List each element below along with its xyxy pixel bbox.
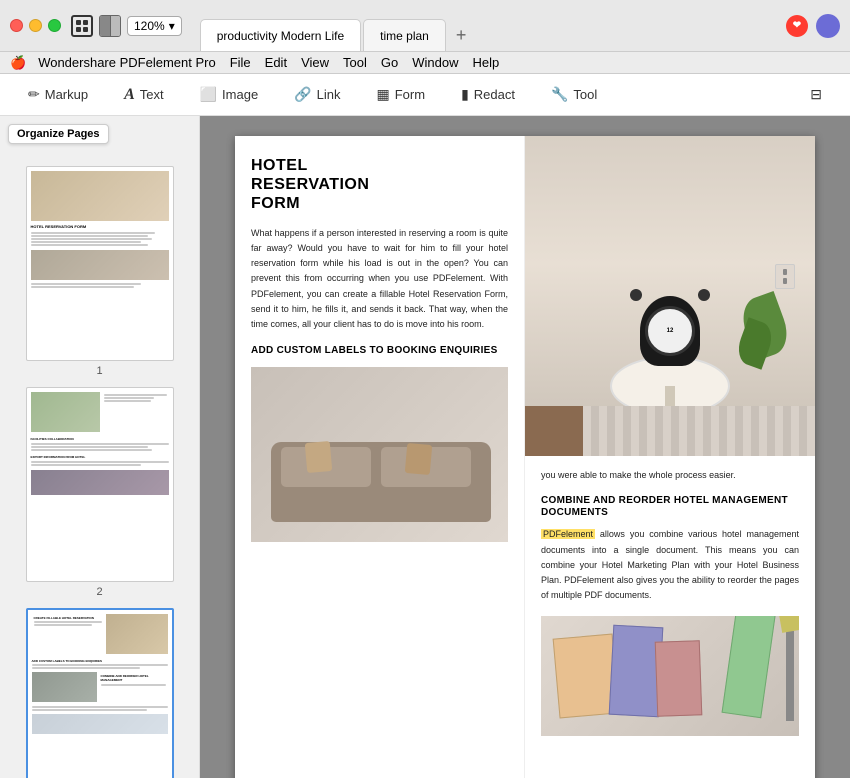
thumb-num-2: 2	[96, 586, 102, 598]
menu-view[interactable]: View	[301, 55, 329, 70]
pdf-body-text-1: What happens if a person interested in r…	[251, 226, 508, 333]
thumbnail-sidebar: Organize Pages HOTEL RESERVATION FORM	[0, 116, 200, 778]
form-icon: ▦	[376, 86, 389, 103]
menu-go[interactable]: Go	[381, 55, 398, 70]
notification-badge[interactable]: ❤	[786, 15, 808, 37]
menubar: 🍎 Wondershare PDFelement Pro File Edit V…	[0, 52, 850, 74]
menu-help[interactable]: Help	[472, 55, 499, 70]
hotel-room-image: 12	[525, 136, 815, 456]
pdf-subheading-1: ADD CUSTOM LABELS TO BOOKING ENQUIRIES	[251, 345, 508, 357]
thumbnail-img-3: CREATE FILLABLE HOTEL RESERVATION ADD CU…	[26, 608, 174, 778]
markup-button[interactable]: ✏ Markup	[20, 82, 96, 107]
sofa-image	[251, 367, 508, 542]
clock-face: 12	[645, 306, 695, 356]
panel-toggle-button[interactable]: ⊟	[802, 82, 830, 107]
link-icon: 🔗	[294, 86, 311, 103]
tool-button[interactable]: 🔧 Tool	[543, 82, 605, 107]
organize-pages-badge: Organize Pages	[8, 124, 109, 144]
tab-timeplan[interactable]: time plan	[363, 19, 446, 51]
traffic-lights	[10, 19, 61, 32]
pdf-content-area[interactable]: HOTELRESERVATIONFORM What happens if a p…	[200, 116, 850, 778]
pdf-page: HOTELRESERVATIONFORM What happens if a p…	[235, 136, 815, 778]
toolbar-icons: 120% ▾	[71, 15, 182, 37]
image-button[interactable]: ⬜ Image	[192, 82, 267, 107]
add-tab-button[interactable]: +	[448, 19, 475, 51]
thumbnail-page-2[interactable]: FACILITIES COLLABORATION EXPORT INFORMAT…	[10, 387, 189, 598]
markup-icon: ✏	[28, 86, 40, 103]
thumbnail-img-1: HOTEL RESERVATION FORM	[26, 166, 174, 361]
form-button[interactable]: ▦ Form	[368, 82, 433, 107]
menu-window[interactable]: Window	[412, 55, 458, 70]
tab-productivity[interactable]: productivity Modern Life	[200, 19, 361, 51]
alarm-clock: 12	[640, 296, 700, 366]
pdf-right-column: 12	[525, 136, 815, 778]
menu-app-name: Wondershare PDFelement Pro	[38, 55, 216, 70]
thumb-num-1: 1	[96, 365, 102, 377]
thumbnail-img-2: FACILITIES COLLABORATION EXPORT INFORMAT…	[26, 387, 174, 582]
grid-view-icon[interactable]	[71, 15, 93, 37]
image-icon: ⬜	[200, 86, 217, 103]
pdf-subheading-2: COMBINE AND REORDER HOTEL MANAGEMENT DOC…	[541, 495, 799, 519]
pdf-body-text-3: PDFelement allows you combine various ho…	[541, 527, 799, 603]
main-area: Organize Pages HOTEL RESERVATION FORM	[0, 116, 850, 778]
link-button[interactable]: 🔗 Link	[286, 82, 348, 107]
titlebar-right: ❤	[786, 14, 840, 38]
text-icon: A	[124, 86, 135, 104]
thumbnail-page-1[interactable]: HOTEL RESERVATION FORM 1	[10, 166, 189, 377]
tabs-area: productivity Modern Life time plan +	[200, 0, 786, 51]
zoom-selector[interactable]: 120% ▾	[127, 16, 182, 36]
pdf-highlighted-word: PDFelement	[541, 529, 595, 539]
minimize-button[interactable]	[29, 19, 42, 32]
pdf-right-bottom: you were able to make the whole process …	[525, 456, 815, 748]
zoom-value: 120%	[134, 19, 165, 33]
maximize-button[interactable]	[48, 19, 61, 32]
split-view-icon[interactable]	[99, 15, 121, 37]
avatar[interactable]	[816, 14, 840, 38]
pdf-main-heading: HOTELRESERVATIONFORM	[251, 156, 508, 214]
pdf-body-text-2: you were able to make the whole process …	[541, 468, 799, 483]
redact-icon: ▮	[461, 86, 469, 103]
thumbnail-list: HOTEL RESERVATION FORM 1	[0, 116, 199, 778]
menu-file[interactable]: File	[230, 55, 251, 70]
tool-icon: 🔧	[551, 86, 568, 103]
pdf-left-column: HOTELRESERVATIONFORM What happens if a p…	[235, 136, 525, 778]
zoom-chevron-icon: ▾	[169, 19, 175, 33]
panel-icon: ⊟	[810, 86, 822, 103]
redact-button[interactable]: ▮ Redact	[453, 82, 523, 107]
apple-menu[interactable]: 🍎	[10, 55, 26, 71]
close-button[interactable]	[10, 19, 23, 32]
book-pile-image	[541, 616, 799, 736]
titlebar: 120% ▾ productivity Modern Life time pla…	[0, 0, 850, 52]
text-button[interactable]: A Text	[116, 82, 172, 108]
thumbnail-page-3[interactable]: CREATE FILLABLE HOTEL RESERVATION ADD CU…	[10, 608, 189, 778]
menu-tool[interactable]: Tool	[343, 55, 367, 70]
toolbar: ✏ Markup A Text ⬜ Image 🔗 Link ▦ Form ▮ …	[0, 74, 850, 116]
menu-edit[interactable]: Edit	[265, 55, 287, 70]
